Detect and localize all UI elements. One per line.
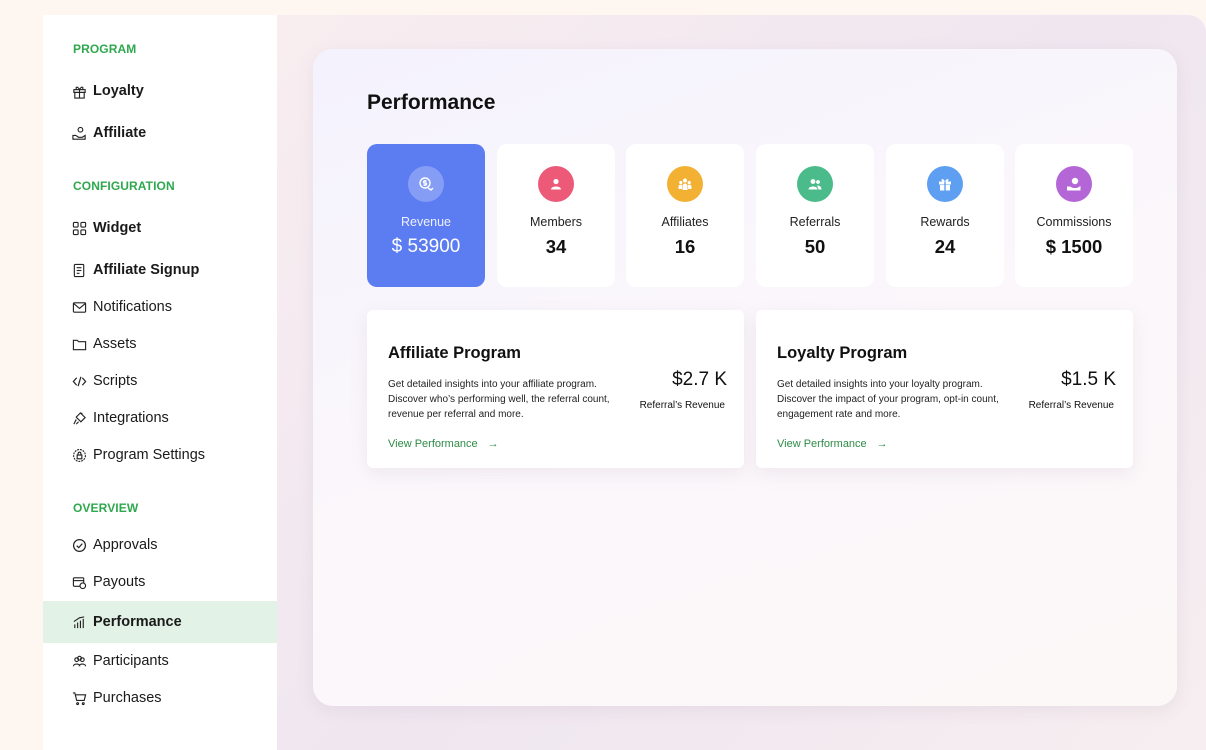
sidebar-item-integrations[interactable]: Integrations bbox=[43, 399, 277, 437]
sidebar-item-label: Participants bbox=[93, 653, 169, 669]
gift-icon bbox=[72, 84, 87, 99]
sidebar-item-purchases[interactable]: Purchases bbox=[43, 679, 277, 717]
group-icon bbox=[667, 166, 703, 202]
link-label: View Performance bbox=[388, 438, 478, 450]
sidebar-item-scripts[interactable]: Scripts bbox=[43, 362, 277, 400]
program-description: Get detailed insights into your loyalty … bbox=[777, 379, 999, 420]
sidebar-item-notifications[interactable]: Notifications bbox=[43, 288, 277, 326]
bar-chart-icon bbox=[72, 615, 87, 630]
hand-coin-icon bbox=[72, 126, 87, 141]
stat-value: $ 1500 bbox=[1045, 236, 1103, 257]
program-amount-label: Referral’s Revenue bbox=[639, 400, 725, 411]
program-title: Affiliate Program bbox=[388, 344, 521, 362]
view-performance-link[interactable]: View Performance → bbox=[777, 438, 888, 450]
affiliate-program-card: Affiliate Program Get detailed insights … bbox=[367, 310, 744, 468]
sidebar-item-label: Integrations bbox=[93, 410, 169, 426]
sidebar-item-label: Approvals bbox=[93, 537, 158, 553]
sidebar-item-label: Notifications bbox=[93, 299, 172, 315]
stat-label: Referrals bbox=[789, 215, 841, 229]
sidebar-item-affiliate-signup[interactable]: Affiliate Signup bbox=[43, 251, 277, 289]
sidebar-item-performance[interactable]: Performance bbox=[43, 601, 277, 643]
check-circle-icon bbox=[72, 538, 87, 553]
arrow-right-icon: → bbox=[487, 438, 499, 450]
sidebar-item-widget[interactable]: Widget bbox=[43, 209, 277, 247]
member-icon bbox=[538, 166, 574, 202]
stat-value: 16 bbox=[674, 236, 696, 257]
mail-icon bbox=[72, 300, 87, 315]
sidebar-item-label: Payouts bbox=[93, 574, 146, 590]
sidebar-item-label: Scripts bbox=[93, 373, 138, 389]
section-title-overview: OVERVIEW bbox=[73, 501, 139, 515]
sidebar-item-label: Affiliate bbox=[93, 125, 147, 141]
plug-icon bbox=[72, 411, 87, 426]
view-performance-link[interactable]: View Performance → bbox=[388, 438, 499, 450]
stat-card-referrals[interactable]: Referrals 50 bbox=[756, 144, 874, 287]
stat-label: Commissions bbox=[1036, 215, 1112, 229]
cart-icon bbox=[72, 691, 87, 706]
section-title-configuration: CONFIGURATION bbox=[73, 179, 175, 193]
page-title: Performance bbox=[367, 91, 496, 114]
sidebar-item-participants[interactable]: Participants bbox=[43, 642, 277, 680]
stat-label: Rewards bbox=[920, 215, 970, 229]
program-title: Loyalty Program bbox=[777, 344, 908, 362]
sidebar-item-label: Assets bbox=[93, 336, 137, 352]
stat-value: 24 bbox=[934, 236, 956, 257]
sidebar-item-label: Widget bbox=[93, 220, 142, 236]
program-amount-label: Referral’s Revenue bbox=[1028, 400, 1114, 411]
form-icon bbox=[72, 263, 87, 278]
program-amount: $2.7 K bbox=[672, 369, 727, 390]
sidebar-item-loyalty[interactable]: Loyalty bbox=[43, 72, 277, 110]
program-amount: $1.5 K bbox=[1061, 369, 1116, 390]
gift-icon bbox=[927, 166, 963, 202]
sidebar-item-affiliate[interactable]: Affiliate bbox=[43, 114, 277, 152]
stat-label: Members bbox=[529, 215, 583, 229]
loyalty-program-card: Loyalty Program Get detailed insights in… bbox=[756, 310, 1133, 468]
grid-icon bbox=[72, 221, 87, 236]
arrow-right-icon: → bbox=[876, 438, 888, 450]
stat-card-revenue[interactable]: Revenue $ 53900 bbox=[367, 144, 485, 287]
sidebar-item-label: Affiliate Signup bbox=[93, 262, 200, 278]
payout-icon bbox=[72, 575, 87, 590]
sidebar-item-approvals[interactable]: Approvals bbox=[43, 526, 277, 564]
link-label: View Performance bbox=[777, 438, 867, 450]
sidebar-item-program-settings[interactable]: Program Settings bbox=[43, 436, 277, 474]
sidebar-item-assets[interactable]: Assets bbox=[43, 325, 277, 363]
commission-icon bbox=[1056, 166, 1092, 202]
stat-value: 50 bbox=[804, 236, 826, 257]
sidebar: PROGRAM Loyalty Affiliate CONFIGURATION … bbox=[43, 15, 277, 750]
settings-lock-icon bbox=[72, 448, 87, 463]
stat-card-rewards[interactable]: Rewards 24 bbox=[886, 144, 1004, 287]
sidebar-item-label: Performance bbox=[93, 614, 182, 630]
section-title-program: PROGRAM bbox=[73, 42, 137, 56]
stat-label: Affiliates bbox=[661, 215, 709, 229]
sidebar-item-payouts[interactable]: Payouts bbox=[43, 563, 277, 601]
sidebar-item-label: Program Settings bbox=[93, 447, 206, 463]
program-description: Get detailed insights into your affiliat… bbox=[388, 379, 610, 420]
sidebar-item-label: Purchases bbox=[93, 690, 162, 706]
stat-card-members[interactable]: Members 34 bbox=[497, 144, 615, 287]
stat-card-affiliates[interactable]: Affiliates 16 bbox=[626, 144, 744, 287]
stat-label: Revenue bbox=[400, 215, 452, 229]
referral-icon bbox=[797, 166, 833, 202]
sidebar-item-label: Loyalty bbox=[93, 83, 144, 99]
stat-value: 34 bbox=[545, 236, 567, 257]
revenue-icon bbox=[408, 166, 444, 202]
stat-card-commissions[interactable]: Commissions $ 1500 bbox=[1015, 144, 1133, 287]
users-icon bbox=[72, 654, 87, 669]
stat-value: $ 53900 bbox=[391, 236, 461, 257]
code-icon bbox=[72, 374, 87, 389]
folder-icon bbox=[72, 337, 87, 352]
